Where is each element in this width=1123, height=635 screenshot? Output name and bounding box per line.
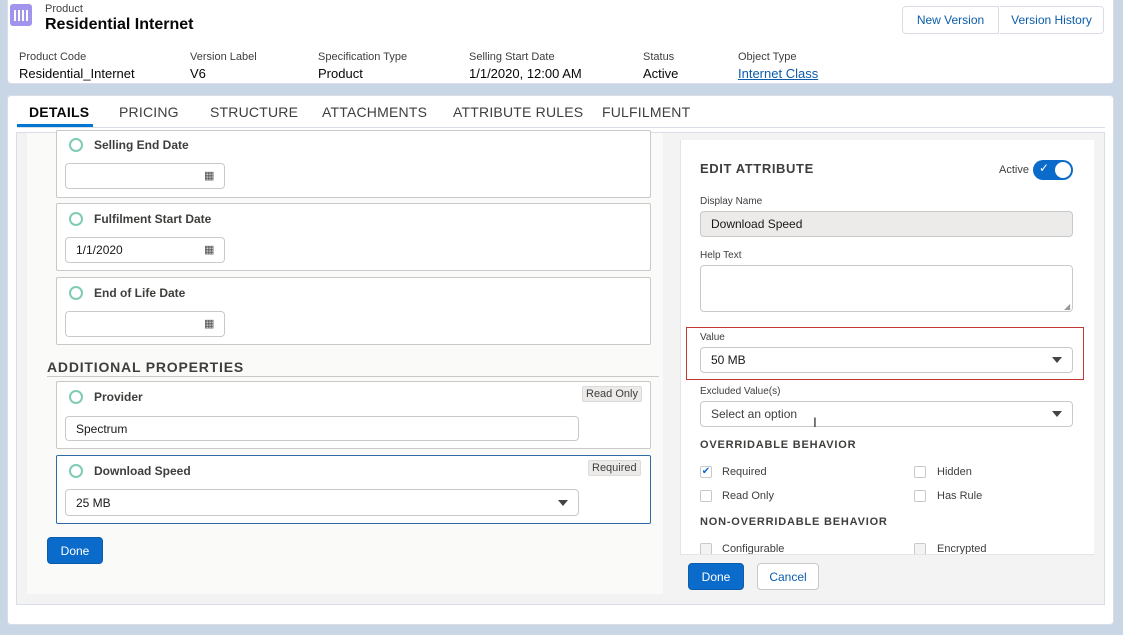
selling-start-label: Selling Start Date [469, 51, 555, 63]
text-cursor-icon: I [813, 414, 817, 430]
record-title: Residential Internet [45, 16, 194, 33]
product-code-value: Residential_Internet [19, 66, 135, 81]
chevron-down-icon [558, 500, 568, 506]
configurable-checkbox-label: Configurable [722, 543, 785, 554]
tab-attachments[interactable]: ATTACHMENTS [322, 104, 427, 120]
end-of-life-date-input[interactable] [65, 311, 225, 337]
read-only-badge: Read Only [582, 386, 642, 402]
active-label: Active [999, 164, 1029, 176]
object-label: Product [45, 3, 83, 15]
tab-attribute-rules[interactable]: ATTRIBUTE RULES [453, 104, 583, 120]
selling-end-date-input[interactable] [65, 163, 225, 189]
chevron-down-icon [1052, 411, 1062, 417]
tabs-divider [17, 127, 1105, 128]
fulfilment-start-date-radio[interactable] [69, 212, 83, 226]
provider-value: Spectrum [76, 421, 128, 436]
additional-properties-title: ADDITIONAL PROPERTIES [47, 359, 245, 375]
calendar-icon[interactable]: ▦ [204, 169, 214, 182]
fulfilment-start-date-value: 1/1/2020 [76, 243, 123, 257]
excluded-values-select[interactable]: Select an option [700, 401, 1073, 427]
status-label: Status [643, 51, 675, 63]
display-name-label: Display Name [700, 196, 763, 207]
spec-type-value: Product [318, 66, 363, 81]
hidden-checkbox[interactable] [914, 466, 926, 478]
edit-attribute-title: EDIT ATTRIBUTE [700, 161, 814, 176]
display-name-field[interactable]: Download Speed [700, 211, 1073, 237]
download-speed-radio[interactable] [69, 464, 83, 478]
left-done-button[interactable]: Done [47, 537, 103, 564]
tab-pricing[interactable]: PRICING [119, 104, 179, 120]
required-checkbox[interactable]: ✔ [700, 466, 712, 478]
help-text-label: Help Text [700, 250, 742, 261]
end-of-life-date-radio[interactable] [69, 286, 83, 300]
selling-start-value: 1/1/2020, 12:00 AM [469, 66, 582, 81]
panel-footer-divider [680, 554, 1094, 555]
fulfilment-start-date-label: Fulfilment Start Date [94, 212, 212, 226]
new-version-button[interactable]: New Version [902, 6, 999, 34]
calendar-icon[interactable]: ▦ [204, 243, 214, 256]
spec-type-label: Specification Type [318, 51, 408, 63]
toggle-knob [1055, 162, 1071, 178]
encrypted-checkbox-label: Encrypted [937, 543, 987, 554]
download-speed-select[interactable]: 25 MB [65, 489, 579, 516]
tab-fulfilment[interactable]: FULFILMENT [602, 104, 690, 120]
active-toggle[interactable]: ✓ [1033, 160, 1073, 180]
product-icon [10, 4, 32, 26]
chevron-down-icon [1052, 357, 1062, 363]
end-of-life-date-label: End of Life Date [94, 286, 186, 300]
calendar-icon[interactable]: ▦ [204, 317, 214, 330]
version-label-label: Version Label [190, 51, 257, 63]
check-icon: ✓ [1039, 161, 1050, 175]
hidden-checkbox-label: Hidden [937, 466, 972, 478]
product-code-label: Product Code [19, 51, 87, 63]
tab-details[interactable]: DETAILS [29, 104, 89, 120]
non-overridable-behavior-title: NON-OVERRIDABLE BEHAVIOR [700, 516, 888, 528]
value-select[interactable]: 50 MB [700, 347, 1073, 373]
display-name-value: Download Speed [711, 217, 803, 231]
read-only-checkbox[interactable] [700, 490, 712, 502]
active-tab-indicator [17, 124, 93, 127]
provider-radio[interactable] [69, 390, 83, 404]
version-history-button[interactable]: Version History [1000, 6, 1104, 34]
version-label-value: V6 [190, 66, 206, 81]
object-type-label: Object Type [738, 51, 797, 63]
excluded-values-label: Excluded Value(s) [700, 386, 781, 397]
selling-end-date-label: Selling End Date [94, 138, 189, 152]
fulfilment-start-date-input[interactable]: 1/1/2020 [65, 237, 225, 263]
has-rule-checkbox-label: Has Rule [937, 490, 983, 502]
read-only-checkbox-label: Read Only [722, 490, 774, 502]
download-speed-value: 25 MB [76, 495, 111, 510]
status-value: Active [643, 66, 679, 81]
provider-label: Provider [94, 390, 143, 404]
value-selected: 50 MB [711, 353, 746, 367]
selling-end-date-radio[interactable] [69, 138, 83, 152]
provider-input[interactable]: Spectrum [65, 416, 579, 441]
required-badge: Required [588, 460, 641, 476]
object-type-link[interactable]: Internet Class [738, 66, 818, 81]
resize-handle-icon[interactable]: ◢ [1064, 302, 1070, 311]
value-label: Value [700, 332, 725, 343]
overridable-behavior-title: OVERRIDABLE BEHAVIOR [700, 439, 857, 451]
download-speed-label: Download Speed [94, 464, 191, 478]
panel-cancel-button[interactable]: Cancel [757, 563, 819, 590]
tab-structure[interactable]: STRUCTURE [210, 104, 298, 120]
help-text-textarea[interactable] [700, 265, 1073, 312]
has-rule-checkbox[interactable] [914, 490, 926, 502]
section-divider [47, 376, 659, 377]
excluded-values-placeholder: Select an option [711, 407, 798, 421]
panel-done-button[interactable]: Done [688, 563, 744, 590]
required-checkbox-label: Required [722, 466, 767, 478]
